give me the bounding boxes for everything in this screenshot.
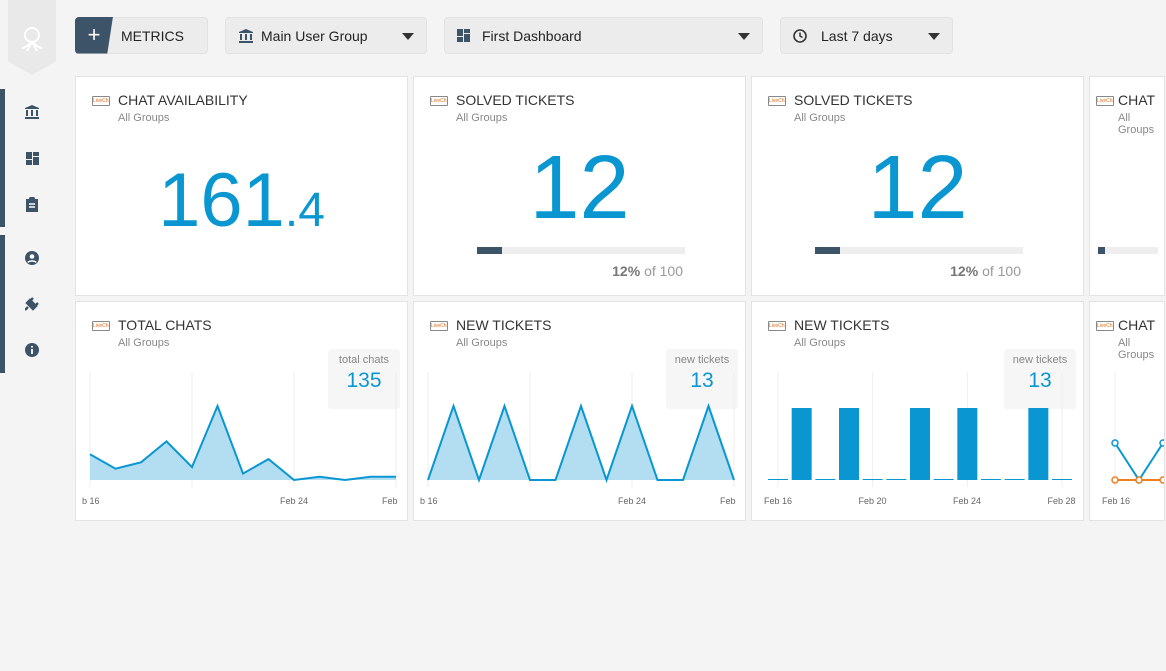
x-tick-label: Feb 16 bbox=[764, 496, 792, 506]
chart: Feb 16 Feb 20 Feb 24 Feb 28 bbox=[764, 372, 1076, 506]
dashboard-select[interactable]: First Dashboard bbox=[444, 17, 763, 54]
progress-bar bbox=[1098, 247, 1158, 254]
livechat-logo-icon: LiveChat bbox=[92, 96, 110, 106]
x-tick-label: Feb 20 bbox=[859, 496, 887, 506]
octopus-logo-icon bbox=[21, 27, 43, 52]
progress-bar bbox=[815, 247, 1023, 254]
livechat-logo-icon: LiveChat bbox=[1096, 96, 1114, 106]
metric-card[interactable]: LiveChat NEW TICKETS All Groupsnew ticke… bbox=[413, 301, 746, 521]
metric-card[interactable]: LiveChat SOLVED TICKETS All Groups 12 12%… bbox=[413, 76, 746, 296]
x-tick-label: Feb 24 bbox=[953, 496, 981, 506]
metric-card[interactable]: LiveChat TOTAL CHATS All Groupstotal cha… bbox=[75, 301, 408, 521]
card-title: CHAT AVAILABILITY bbox=[118, 92, 248, 108]
bar bbox=[768, 479, 788, 480]
bar bbox=[910, 408, 930, 480]
metric-decimal: .4 bbox=[284, 184, 325, 237]
x-tick-label: Feb 24 bbox=[618, 496, 646, 506]
metrics-label: METRICS bbox=[121, 27, 184, 44]
bar bbox=[839, 408, 859, 480]
card-title: SOLVED TICKETS bbox=[456, 92, 575, 108]
livechat-logo-icon: LiveChat bbox=[430, 96, 448, 106]
bar bbox=[957, 408, 978, 480]
metric-card[interactable]: LiveChat CHAT All GroupsFeb 16 bbox=[1089, 301, 1165, 521]
card-title: CHAT bbox=[1118, 92, 1156, 108]
logo[interactable] bbox=[8, 0, 56, 75]
info-icon[interactable] bbox=[24, 342, 40, 358]
card-subtitle: All Groups bbox=[1118, 112, 1155, 136]
dashboard-icon bbox=[457, 29, 470, 42]
dashboard-icon[interactable] bbox=[24, 150, 40, 166]
add-metrics-button[interactable]: + METRICS bbox=[75, 16, 208, 54]
bar bbox=[815, 479, 836, 480]
bar bbox=[933, 479, 954, 480]
metric-card[interactable]: LiveChat NEW TICKETS All Groupsnew ticke… bbox=[751, 301, 1084, 521]
bar bbox=[1052, 479, 1072, 480]
clock-icon bbox=[793, 28, 807, 43]
data-point bbox=[1135, 476, 1143, 484]
data-point bbox=[1159, 439, 1164, 447]
area-fill bbox=[428, 406, 734, 480]
user-icon[interactable] bbox=[24, 250, 40, 266]
x-tick-label: b 16 bbox=[82, 496, 100, 506]
bank-icon[interactable] bbox=[24, 104, 40, 120]
metric-card[interactable]: LiveChat SOLVED TICKETS All Groups 12 12%… bbox=[751, 76, 1084, 296]
nav-group-indicator bbox=[0, 89, 5, 227]
chart: b 16 Feb 24 Feb bbox=[82, 372, 398, 506]
x-tick-label: Feb bbox=[382, 496, 398, 506]
progress-bar bbox=[477, 247, 685, 254]
metric-value: 161 bbox=[158, 158, 285, 243]
caret-down-icon bbox=[928, 33, 940, 40]
data-point bbox=[1159, 476, 1164, 484]
bar bbox=[791, 408, 812, 480]
card-subtitle: All Groups bbox=[794, 112, 846, 124]
data-point bbox=[1111, 476, 1119, 484]
progress-text: 12% of 100 bbox=[612, 263, 683, 279]
sidebar bbox=[0, 0, 62, 671]
metric-value: 12 bbox=[529, 138, 630, 238]
metric-card[interactable]: LiveChat CHAT AVAILABILITY All Groups 161… bbox=[75, 76, 408, 296]
x-tick-label: Feb 28 bbox=[1048, 496, 1076, 506]
plus-icon: + bbox=[75, 16, 113, 54]
caret-down-icon bbox=[738, 33, 750, 40]
date-range-select[interactable]: Last 7 days bbox=[780, 17, 953, 54]
data-point bbox=[1111, 439, 1119, 447]
area-fill bbox=[90, 406, 396, 480]
x-tick-label: Feb 24 bbox=[280, 496, 308, 506]
progress-text: 12% of 100 bbox=[950, 263, 1021, 279]
dashboard-select-value: First Dashboard bbox=[482, 27, 582, 44]
x-tick-label: b 16 bbox=[420, 496, 438, 506]
x-tick-label: Feb 16 bbox=[1102, 496, 1130, 506]
chart: Feb 16 bbox=[1102, 372, 1164, 506]
bar bbox=[1004, 479, 1025, 480]
caret-down-icon bbox=[402, 33, 414, 40]
plug-icon[interactable] bbox=[24, 296, 40, 312]
date-range-value: Last 7 days bbox=[821, 27, 893, 44]
bar bbox=[886, 479, 907, 480]
bar bbox=[1028, 408, 1049, 480]
group-select-value: Main User Group bbox=[261, 27, 368, 44]
bank-icon bbox=[239, 28, 253, 43]
livechat-logo-icon: LiveChat bbox=[768, 96, 786, 106]
card-subtitle: All Groups bbox=[456, 112, 508, 124]
bar bbox=[862, 479, 883, 480]
metric-value: 12 bbox=[867, 138, 968, 238]
x-tick-label: Feb bbox=[720, 496, 736, 506]
group-select[interactable]: Main User Group bbox=[225, 17, 427, 54]
card-title: SOLVED TICKETS bbox=[794, 92, 913, 108]
clipboard-icon[interactable] bbox=[24, 196, 40, 212]
card-subtitle: All Groups bbox=[118, 112, 170, 124]
chart: b 16 Feb 24 Feb bbox=[420, 372, 736, 506]
metric-card[interactable]: LiveChat CHAT All Groups bbox=[1089, 76, 1165, 296]
series-line bbox=[1114, 442, 1164, 482]
nav-group-indicator bbox=[0, 235, 5, 373]
bar bbox=[981, 479, 1001, 480]
